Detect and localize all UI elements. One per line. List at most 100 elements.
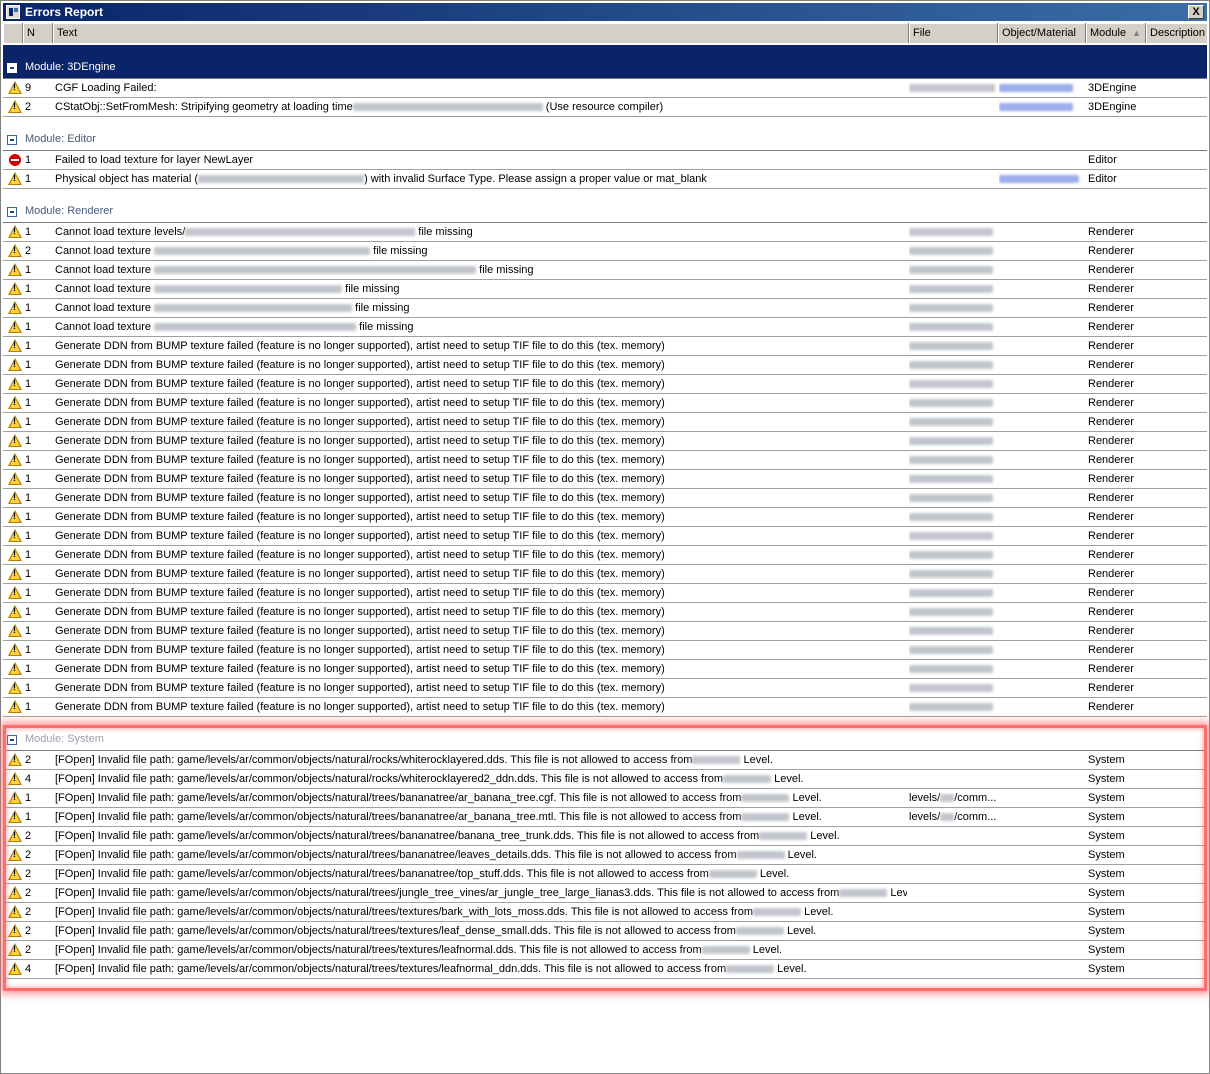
table-row[interactable]: ! 2 [FOpen] Invalid file path: game/levels… <box>3 827 1207 846</box>
table-row[interactable]: ! 2 Cannot load texture file missing Render… <box>3 242 1207 261</box>
table-row[interactable]: ! 1 Cannot load texture file missing Render… <box>3 280 1207 299</box>
row-object-link[interactable] <box>999 413 1085 431</box>
row-object-link[interactable] <box>999 603 1085 621</box>
row-file[interactable] <box>909 375 997 393</box>
header-icon-column[interactable] <box>3 23 23 43</box>
row-object-link[interactable] <box>999 337 1085 355</box>
header-text[interactable]: Text <box>53 23 909 43</box>
row-object-link[interactable] <box>999 922 1085 940</box>
table-row[interactable]: ! 1 Generate DDN from BUMP texture failed … <box>3 508 1207 527</box>
table-row[interactable]: ! 2 CStatObj::SetFromMesh: Stripifying geo… <box>3 98 1207 117</box>
row-file[interactable] <box>909 565 997 583</box>
row-object-link[interactable] <box>999 584 1085 602</box>
row-file[interactable] <box>909 922 997 940</box>
row-file[interactable]: levels/ /comm... <box>909 789 997 807</box>
header-description[interactable]: Description <box>1146 23 1207 43</box>
table-row[interactable]: ! 1 [FOpen] Invalid file path: game/levels… <box>3 808 1207 827</box>
table-row[interactable]: ! 1 Cannot load texture file missing Render… <box>3 299 1207 318</box>
collapse-icon[interactable] <box>7 63 17 73</box>
row-file[interactable] <box>909 770 997 788</box>
row-file[interactable] <box>909 751 997 769</box>
row-object-link[interactable] <box>999 565 1085 583</box>
row-object-link[interactable] <box>999 170 1085 188</box>
row-file[interactable] <box>909 603 997 621</box>
row-file[interactable] <box>909 170 997 188</box>
row-object-link[interactable] <box>999 960 1085 978</box>
row-object-link[interactable] <box>999 660 1085 678</box>
table-row[interactable]: ! 1 Cannot load texture file missing Render… <box>3 318 1207 337</box>
row-object-link[interactable] <box>999 356 1085 374</box>
collapse-icon[interactable] <box>7 135 17 145</box>
table-row[interactable]: ! 1 Generate DDN from BUMP texture failed … <box>3 660 1207 679</box>
row-file[interactable] <box>909 299 997 317</box>
row-object-link[interactable] <box>999 280 1085 298</box>
row-file[interactable] <box>909 546 997 564</box>
row-file[interactable] <box>909 151 997 169</box>
row-file[interactable] <box>909 903 997 921</box>
row-file[interactable] <box>909 79 997 97</box>
row-object-link[interactable] <box>999 903 1085 921</box>
title-bar[interactable]: Errors Report X <box>3 3 1207 21</box>
table-row[interactable]: ! 4 [FOpen] Invalid file path: game/levels… <box>3 770 1207 789</box>
table-row[interactable]: ! 1 Generate DDN from BUMP texture failed … <box>3 413 1207 432</box>
group-header[interactable]: Module: System <box>3 717 1207 751</box>
table-row[interactable]: ! 1 Generate DDN from BUMP texture failed … <box>3 356 1207 375</box>
row-file[interactable] <box>909 679 997 697</box>
row-file[interactable] <box>909 865 997 883</box>
table-row[interactable]: ! 1 Generate DDN from BUMP texture failed … <box>3 641 1207 660</box>
row-file[interactable] <box>909 527 997 545</box>
row-file[interactable] <box>909 394 997 412</box>
row-object-link[interactable] <box>999 79 1085 97</box>
collapse-icon[interactable] <box>7 207 17 217</box>
row-object-link[interactable] <box>999 789 1085 807</box>
row-object-link[interactable] <box>999 865 1085 883</box>
row-object-link[interactable] <box>999 808 1085 826</box>
row-object-link[interactable] <box>999 451 1085 469</box>
group-header[interactable]: Module: Renderer <box>3 189 1207 223</box>
row-object-link[interactable] <box>999 884 1085 902</box>
table-row[interactable]: ! 1 Generate DDN from BUMP texture failed … <box>3 603 1207 622</box>
row-file[interactable] <box>909 223 997 241</box>
close-button[interactable]: X <box>1188 5 1204 19</box>
table-row[interactable]: 1 Failed to load texture for layer NewLay… <box>3 151 1207 170</box>
table-row[interactable]: ! 2 [FOpen] Invalid file path: game/levels… <box>3 903 1207 922</box>
table-row[interactable]: ! 9 CGF Loading Failed: 3DEngine <box>3 79 1207 98</box>
table-row[interactable]: ! 2 [FOpen] Invalid file path: game/levels… <box>3 884 1207 903</box>
header-object-material[interactable]: Object/Material <box>998 23 1086 43</box>
row-object-link[interactable] <box>999 375 1085 393</box>
table-row[interactable]: ! 1 [FOpen] Invalid file path: game/levels… <box>3 789 1207 808</box>
row-object-link[interactable] <box>999 846 1085 864</box>
table-row[interactable]: ! 4 [FOpen] Invalid file path: game/levels… <box>3 960 1207 979</box>
row-object-link[interactable] <box>999 223 1085 241</box>
row-file[interactable] <box>909 884 997 902</box>
row-file[interactable] <box>909 280 997 298</box>
row-object-link[interactable] <box>999 318 1085 336</box>
header-file[interactable]: File <box>909 23 998 43</box>
row-file[interactable] <box>909 432 997 450</box>
row-object-link[interactable] <box>999 394 1085 412</box>
row-object-link[interactable] <box>999 751 1085 769</box>
group-header[interactable]: Module: Editor <box>3 117 1207 151</box>
table-row[interactable]: ! 2 [FOpen] Invalid file path: game/levels… <box>3 846 1207 865</box>
row-object-link[interactable] <box>999 242 1085 260</box>
row-object-link[interactable] <box>999 151 1085 169</box>
table-row[interactable]: ! 1 Generate DDN from BUMP texture failed … <box>3 451 1207 470</box>
table-row[interactable]: ! 1 Generate DDN from BUMP texture failed … <box>3 565 1207 584</box>
collapse-icon[interactable] <box>7 735 17 745</box>
row-file[interactable] <box>909 584 997 602</box>
row-file[interactable] <box>909 489 997 507</box>
table-row[interactable]: ! 1 Cannot load texture file missing Render… <box>3 261 1207 280</box>
table-row[interactable]: ! 1 Generate DDN from BUMP texture failed … <box>3 470 1207 489</box>
row-object-link[interactable] <box>999 432 1085 450</box>
row-file[interactable] <box>909 846 997 864</box>
group-header[interactable]: Module: 3DEngine <box>3 45 1207 79</box>
table-row[interactable]: ! 1 Generate DDN from BUMP texture failed … <box>3 546 1207 565</box>
row-file[interactable] <box>909 356 997 374</box>
table-row[interactable]: ! 1 Cannot load texture levels/ file missi… <box>3 223 1207 242</box>
row-object-link[interactable] <box>999 641 1085 659</box>
row-file[interactable] <box>909 641 997 659</box>
row-file[interactable] <box>909 413 997 431</box>
row-file[interactable] <box>909 451 997 469</box>
table-row[interactable]: ! 2 [FOpen] Invalid file path: game/levels… <box>3 751 1207 770</box>
table-row[interactable]: ! 2 [FOpen] Invalid file path: game/levels… <box>3 941 1207 960</box>
